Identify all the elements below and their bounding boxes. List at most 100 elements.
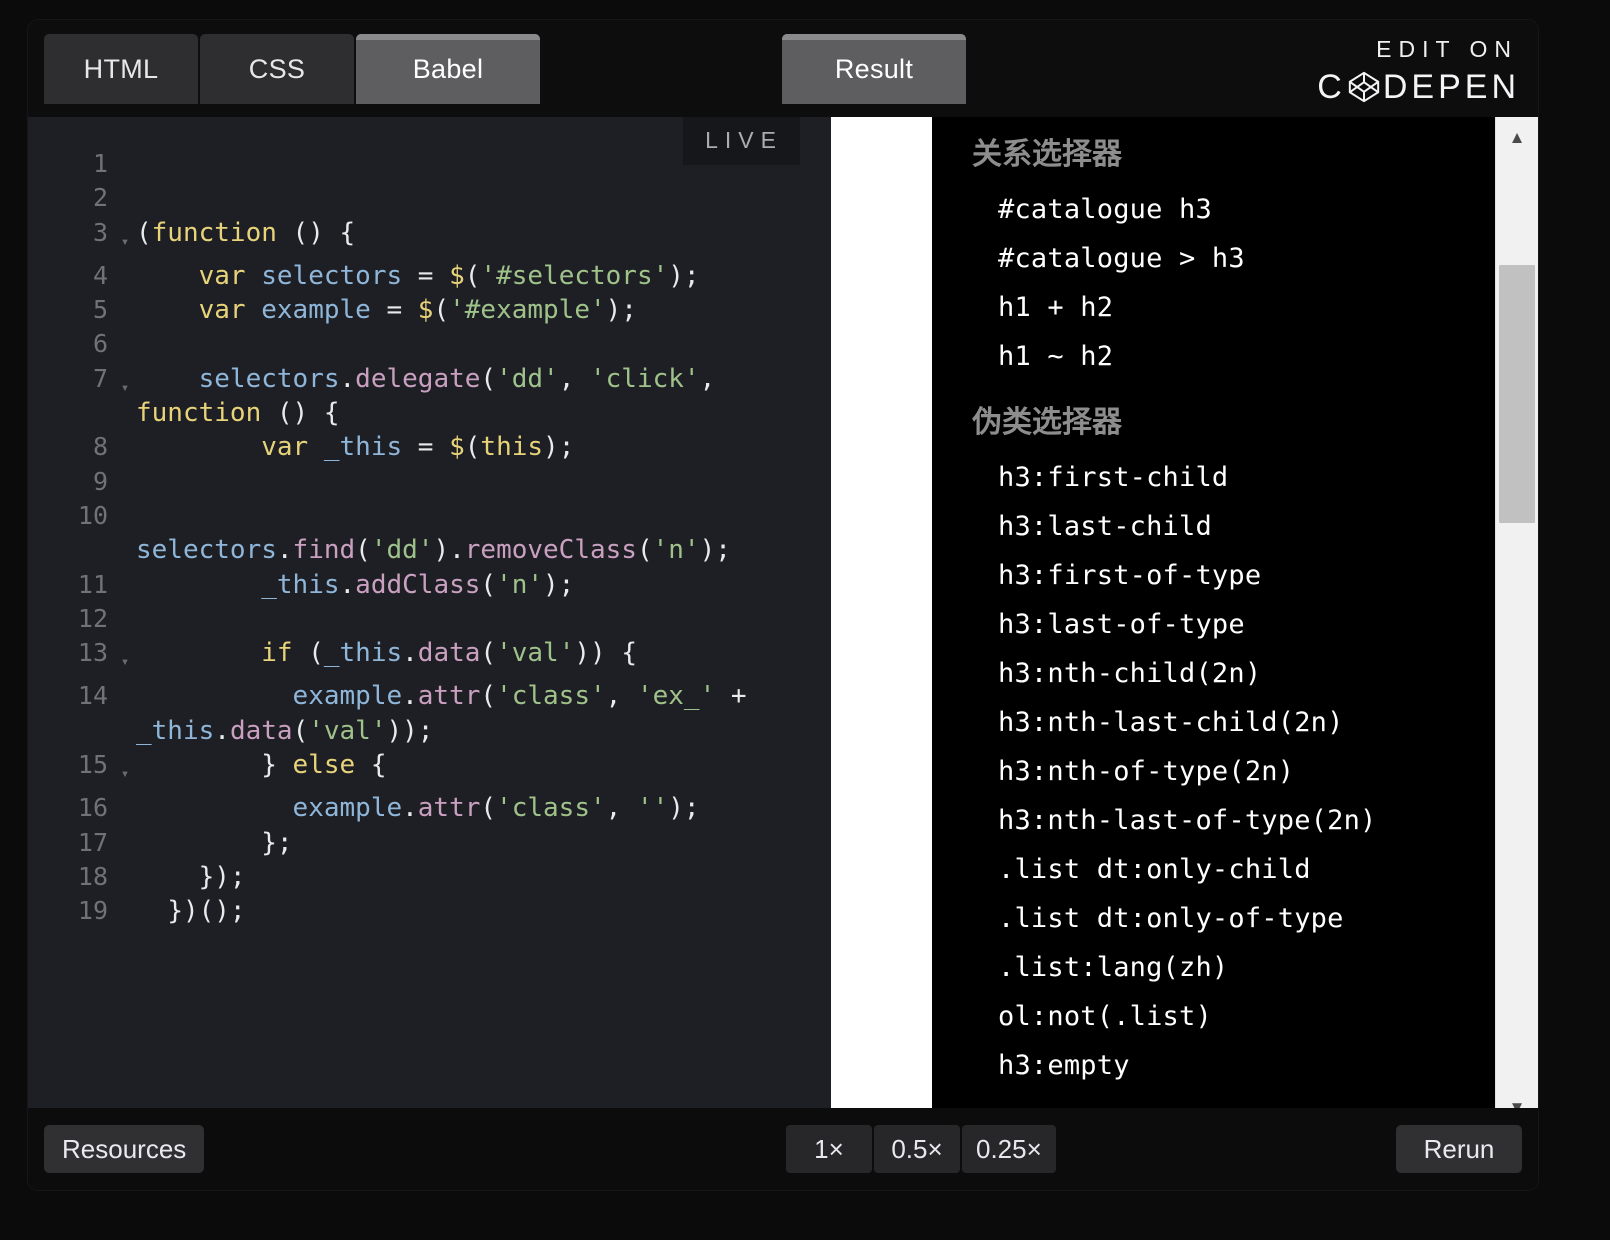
selector-list: .list关系选择器#catalogue h3#catalogue > h3h1… [932, 117, 1496, 1090]
code-line: 14 example.attr('class', 'ex_' + _this.d… [28, 679, 800, 748]
rerun-button[interactable]: Rerun [1396, 1125, 1522, 1173]
fold-toggle-icon[interactable]: ▾ [114, 216, 136, 259]
selector-item[interactable]: .list dt:only-of-type [932, 894, 1496, 943]
result-vertical-scrollbar[interactable]: ▲ ▼ [1495, 117, 1538, 1129]
code-token: selectors [261, 260, 403, 291]
line-number: 3 [92, 217, 108, 247]
code-line-text: _this.addClass('n'); [136, 568, 800, 602]
line-number: 11 [77, 569, 108, 599]
code-token: $ [417, 295, 434, 326]
code-line: 12 [28, 602, 800, 636]
tab-babel-label: Babel [412, 53, 484, 84]
code-line: 3 ▾ (function () { [28, 216, 800, 259]
code-token: = [402, 260, 450, 291]
code-line: 13 ▾ if (_this.data('val')) { [28, 636, 800, 679]
selector-item[interactable]: h1 + h2 [932, 283, 1496, 332]
code-token: . [276, 535, 293, 566]
code-token: $ [449, 260, 465, 291]
code-token: . [402, 793, 418, 824]
selector-item[interactable]: h3:nth-last-child(2n) [932, 698, 1496, 747]
selector-item[interactable]: h3:empty [932, 1041, 1496, 1090]
code-token: this [480, 432, 544, 463]
result-left-gutter [800, 117, 831, 1129]
tab-css[interactable]: CSS [200, 34, 354, 104]
tab-result[interactable]: Result [782, 34, 966, 104]
scroll-up-arrow-icon[interactable]: ▲ [1496, 117, 1538, 159]
code-line: 7 ▾ selectors.delegate('dd', 'click', fun… [28, 362, 800, 431]
codepen-embed: HTML CSS Babel Result EDIT ON C DEPEN LI… [28, 20, 1538, 1190]
code-line: 11 _this.addClass('n'); [28, 568, 800, 602]
fold-toggle-icon[interactable]: ▾ [114, 748, 136, 791]
code-line-text: example.attr('class', 'ex_' + _this.data… [136, 679, 800, 748]
selector-item[interactable]: h3:nth-child(2n) [932, 649, 1496, 698]
selector-item[interactable]: h3:first-child [932, 453, 1496, 502]
code-token: 'n' [652, 535, 700, 566]
code-token: ( [355, 535, 371, 566]
zoom-level-group: 1× 0.5× 0.25× [786, 1125, 1058, 1173]
code-line: 18 }); [28, 860, 800, 894]
resources-button[interactable]: Resources [44, 1125, 205, 1173]
code-token: 'click' [590, 363, 700, 394]
code-token: () { [261, 398, 340, 429]
code-token: ( [433, 295, 450, 326]
selector-item[interactable]: .list:lang(zh) [932, 943, 1496, 992]
fold-toggle-icon[interactable]: ▾ [114, 636, 136, 679]
code-token: find [292, 535, 356, 566]
code-body[interactable]: 1 2 3 ▾ (function () {4 var selectors = $('#… [28, 147, 800, 929]
code-token: var [198, 295, 246, 326]
selector-item[interactable]: #catalogue > h3 [932, 234, 1496, 283]
edit-on-label: EDIT ON [1376, 36, 1518, 62]
code-token: ( [480, 569, 497, 600]
tab-babel[interactable]: Babel [356, 34, 540, 104]
code-line: 6 [28, 327, 800, 361]
edit-on-codepen-link[interactable]: EDIT ON C DEPEN [1317, 36, 1520, 105]
code-token: 'class' [496, 681, 606, 712]
code-token: )); [386, 715, 434, 746]
line-number: 8 [92, 432, 108, 462]
code-line: 16 example.attr('class', ''); [28, 791, 800, 825]
selector-item[interactable]: h3:last-child [932, 502, 1496, 551]
rerun-button-label: Rerun [1423, 1133, 1495, 1164]
code-line: 17 }; [28, 826, 800, 860]
zoom-level-button-0[interactable]: 1× [786, 1125, 872, 1173]
code-line-text: var example = $('#example'); [136, 293, 800, 327]
code-line-text: example.attr('class', ''); [136, 791, 800, 825]
zoom-level-button-1[interactable]: 0.5× [874, 1125, 960, 1173]
selector-item[interactable]: h1 ~ h2 [932, 332, 1496, 381]
selector-item[interactable]: h3:nth-last-of-type(2n) [932, 796, 1496, 845]
code-token: . [339, 569, 356, 600]
selector-item[interactable]: .list dt:only-child [932, 845, 1496, 894]
codepen-logo-icon [1346, 70, 1383, 104]
code-line: 4 var selectors = $('#selectors'); [28, 259, 800, 293]
tab-html[interactable]: HTML [44, 34, 198, 104]
code-token: ( [292, 638, 324, 669]
code-token: . [402, 638, 418, 669]
code-token: example [261, 295, 371, 326]
selector-item[interactable]: h3:nth-of-type(2n) [932, 747, 1496, 796]
live-badge: LIVE [683, 117, 800, 165]
code-token: = [370, 295, 418, 326]
code-editor-pane[interactable]: LIVE 1 2 3 ▾ (function () {4 var selectors =… [28, 117, 800, 1129]
selector-item[interactable]: #catalogue h3 [932, 185, 1496, 234]
result-document[interactable]: .list关系选择器#catalogue h3#catalogue > h3h1… [932, 117, 1496, 1129]
line-number: 14 [77, 681, 108, 711]
code-token: = [402, 432, 450, 463]
code-token: data [417, 638, 481, 669]
vertical-scroll-thumb[interactable] [1499, 265, 1535, 523]
zoom-level-button-2[interactable]: 0.25× [962, 1125, 1056, 1173]
selector-item[interactable]: h3:last-of-type [932, 600, 1496, 649]
selector-item[interactable]: ol:not(.list) [932, 992, 1496, 1041]
fold-toggle-icon[interactable]: ▾ [114, 362, 136, 405]
code-token: 'val' [496, 638, 575, 669]
selector-item[interactable]: h3:first-of-type [932, 551, 1496, 600]
